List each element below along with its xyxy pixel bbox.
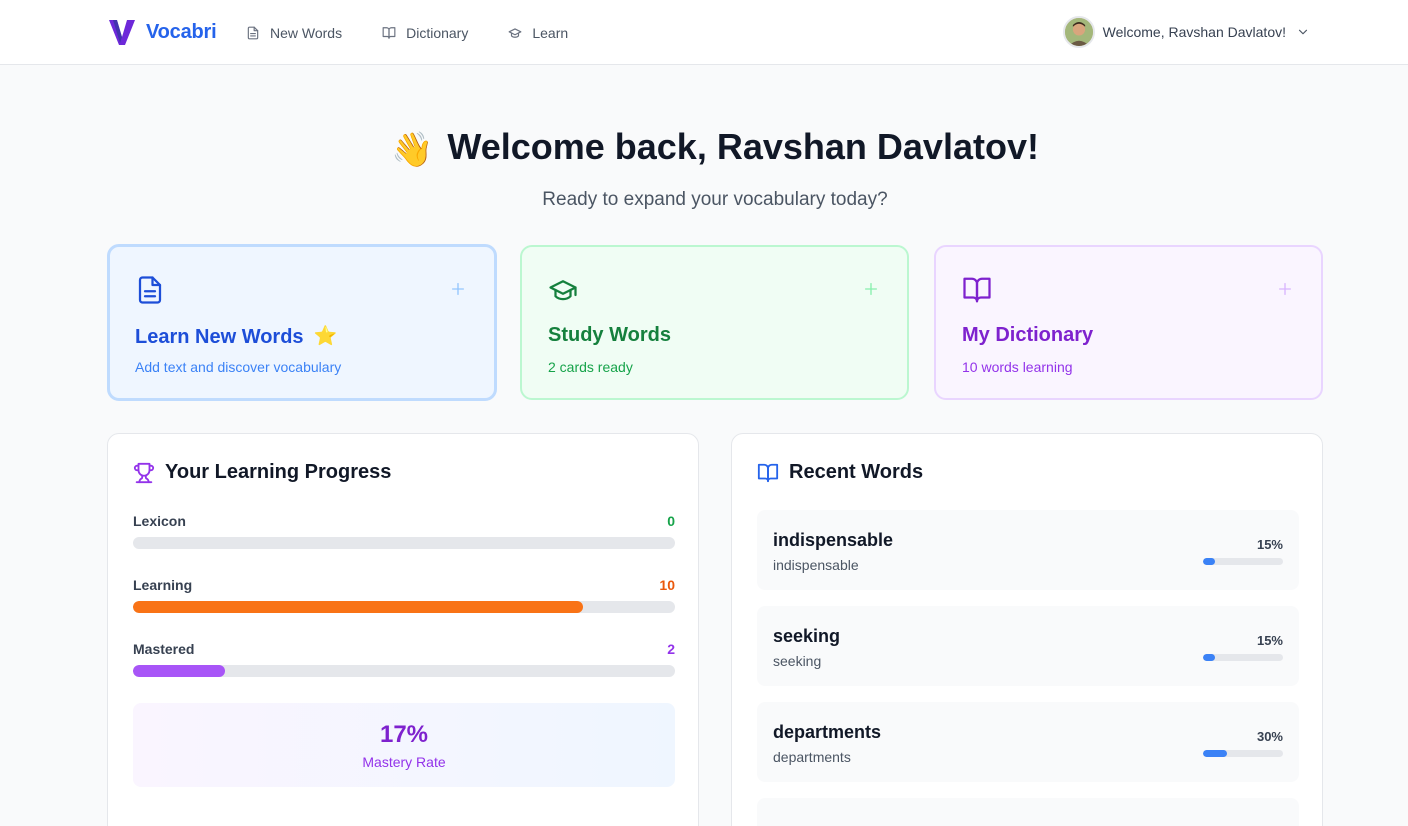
study-words-card[interactable]: Study Words 2 cards ready: [520, 245, 909, 400]
progress-bar-fill: [133, 665, 226, 677]
word-term: departments: [773, 722, 882, 742]
word-term: indispensable: [773, 530, 894, 550]
trophy-icon: [133, 462, 155, 483]
my-dictionary-card[interactable]: My Dictionary 10 words learning: [934, 245, 1323, 400]
file-text-icon: [247, 26, 259, 39]
panel-title: Recent Words: [789, 461, 924, 483]
book-open-icon: [757, 463, 779, 482]
progress-value: 10: [659, 577, 675, 593]
card-title: My Dictionary: [962, 324, 1094, 346]
user-photo-icon: [1064, 18, 1093, 46]
word-progress-bar: [1203, 750, 1283, 757]
file-text-icon: [138, 276, 162, 304]
plus-icon: [865, 283, 877, 295]
user-menu[interactable]: Welcome, Ravshan Davlatov!: [1062, 16, 1310, 48]
card-title-text: Learn New Words: [135, 326, 304, 348]
card-title: Learn New Words ⭐: [135, 324, 337, 349]
mastery-rate-value: 17%: [379, 721, 429, 748]
card-title: Study Words: [548, 324, 671, 346]
vocabri-logo-icon: [109, 20, 135, 45]
panel-header: Your Learning Progress: [133, 461, 391, 484]
graduation-cap-icon: [508, 27, 522, 38]
word-progress-bar: [1203, 654, 1283, 661]
page-title: 👋 Welcome back, Ravshan Davlatov!: [0, 126, 1408, 170]
star-icon: ⭐: [313, 326, 338, 347]
chevron-down-icon: [1298, 29, 1308, 35]
list-item[interactable]: [757, 798, 1299, 826]
word-progress-bar: [1203, 558, 1283, 565]
mastery-rate-label: Mastery Rate: [362, 754, 446, 770]
card-subtitle: Add text and discover vocabulary: [135, 359, 342, 375]
list-item[interactable]: departments departments 30%: [757, 702, 1299, 782]
brand-name: Vocabri: [146, 20, 217, 43]
page-subtitle: Ready to expand your vocabulary today?: [542, 189, 888, 210]
nav-learn[interactable]: Learn: [508, 25, 568, 41]
word-progress-percent: 15%: [1256, 633, 1283, 648]
top-header: Vocabri New Words Dictionary Learn Welco…: [0, 0, 1408, 65]
avatar: [1062, 16, 1095, 48]
progress-bar: [133, 601, 675, 613]
word-translation: seeking: [773, 653, 822, 669]
panel-header: Recent Words: [757, 461, 923, 484]
progress-value: 2: [667, 641, 675, 657]
word-progress-fill: [1203, 750, 1227, 757]
waving-hand-icon: 👋: [391, 131, 434, 169]
learning-progress-panel: Your Learning Progress Lexicon 0 Learnin…: [107, 433, 699, 826]
word-translation: indispensable: [773, 557, 859, 573]
plus-icon: [1279, 283, 1291, 295]
card-subtitle: 2 cards ready: [548, 359, 633, 375]
progress-label: Mastered: [133, 641, 195, 657]
page-title-text: Welcome back, Ravshan Davlatov!: [447, 126, 1039, 167]
mastery-rate-box: 17% Mastery Rate: [133, 703, 675, 787]
user-greeting: Welcome, Ravshan Davlatov!: [1102, 24, 1286, 40]
nav-dictionary[interactable]: Dictionary: [382, 25, 468, 41]
progress-value: 0: [667, 513, 675, 529]
plus-icon: [452, 283, 464, 295]
nav-new-words-label: New Words: [270, 24, 343, 41]
nav-learn-label: Learn: [532, 24, 569, 41]
progress-bar-fill: [133, 601, 583, 613]
main-nav: New Words Dictionary Learn: [246, 0, 608, 65]
word-progress-percent: 30%: [1256, 729, 1283, 744]
word-progress-fill: [1203, 654, 1215, 661]
list-item[interactable]: seeking seeking 15%: [757, 606, 1299, 686]
brand-logo[interactable]: Vocabri: [107, 17, 217, 47]
word-progress-percent: 15%: [1256, 537, 1283, 552]
list-item[interactable]: indispensable indispensable 15%: [757, 510, 1299, 590]
learn-new-words-card[interactable]: Learn New Words ⭐ Add text and discover v…: [107, 244, 497, 401]
word-term: seeking: [773, 626, 841, 646]
book-open-icon: [963, 277, 991, 303]
nav-dictionary-label: Dictionary: [406, 24, 469, 41]
panel-title: Your Learning Progress: [165, 461, 392, 483]
word-translation: departments: [773, 749, 851, 765]
book-open-icon: [382, 26, 396, 39]
recent-words-panel: Recent Words indispensable indispensable…: [731, 433, 1323, 826]
graduation-cap-icon: [549, 280, 577, 301]
progress-label: Lexicon: [133, 513, 186, 529]
progress-bar: [133, 537, 675, 549]
progress-label: Learning: [133, 577, 193, 593]
word-progress-fill: [1203, 558, 1215, 565]
nav-new-words[interactable]: New Words: [246, 25, 342, 41]
progress-bar: [133, 665, 675, 677]
card-subtitle: 10 words learning: [962, 359, 1073, 375]
